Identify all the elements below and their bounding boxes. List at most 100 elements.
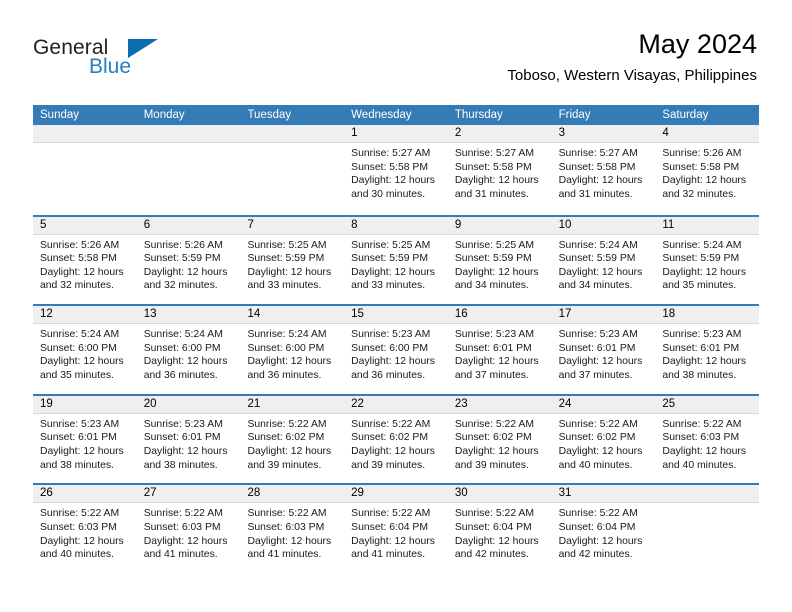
calendar-day-cell[interactable]: 24 Sunrise: 5:22 AM Sunset: 6:02 PM Dayligh…	[551, 395, 656, 484]
calendar-day-cell[interactable]: 6 Sunrise: 5:26 AM Sunset: 5:59 PM Daylight…	[136, 216, 241, 305]
day-number: 3	[558, 127, 565, 139]
logo-triangle-icon	[128, 39, 158, 58]
daylight-text-line2: and 35 minutes.	[662, 280, 737, 292]
daylight-text-line2: and 41 minutes.	[351, 549, 426, 561]
sunrise-text: Sunrise: 5:22 AM	[454, 418, 535, 430]
daylight-text-line1: Daylight: 12 hours	[351, 535, 435, 547]
calendar-day-cell[interactable]: 31 Sunrise: 5:22 AM Sunset: 6:04 PM Dayligh…	[551, 485, 656, 573]
sunrise-text: Sunrise: 5:24 AM	[40, 329, 120, 341]
sunset-text: Sunset: 6:02 PM	[247, 432, 325, 444]
day-sun-info: Sunrise: 5:27 AM Sunset: 5:58 PM Daylight:…	[552, 143, 656, 201]
sunset-text: Sunset: 6:04 PM	[454, 521, 532, 533]
sunset-text: Sunset: 6:02 PM	[351, 432, 428, 444]
calendar-day-cell[interactable]: 5 Sunrise: 5:26 AM Sunset: 5:58 PM Daylight…	[33, 216, 137, 305]
day-number-band: 13	[136, 306, 241, 325]
day-number: 11	[662, 218, 675, 231]
day-number: 4	[662, 127, 669, 139]
sunset-text: Sunset: 6:04 PM	[558, 521, 636, 533]
calendar-day-cell[interactable]: 30 Sunrise: 5:22 AM Sunset: 6:04 PM Dayligh…	[447, 485, 552, 573]
day-sun-info: Sunrise: 5:22 AM Sunset: 6:03 PM Daylight:…	[137, 503, 241, 561]
day-number-band: 30	[447, 485, 552, 504]
day-number: 16	[454, 308, 468, 321]
calendar-day-cell[interactable]: 22 Sunrise: 5:22 AM Sunset: 6:02 PM Dayligh…	[344, 395, 448, 484]
day-sun-info: Sunrise: 5:27 AM Sunset: 5:58 PM Daylight:…	[344, 143, 448, 201]
day-sun-info: Sunrise: 5:23 AM Sunset: 6:01 PM Daylight:…	[448, 324, 552, 382]
weekday-header-monday: Monday	[143, 109, 185, 121]
calendar-day-cell[interactable]: 4 Sunrise: 5:26 AM Sunset: 5:58 PM Daylight…	[655, 125, 760, 215]
calendar-day-cell[interactable]: 12 Sunrise: 5:24 AM Sunset: 6:00 PM Dayligh…	[33, 306, 137, 394]
daylight-text-line2: and 39 minutes.	[454, 459, 529, 471]
calendar-day-cell[interactable]: 26 Sunrise: 5:22 AM Sunset: 6:03 PM Dayligh…	[33, 485, 137, 573]
day-number-band: 17	[551, 306, 656, 325]
calendar-day-cell[interactable]: 3 Sunrise: 5:27 AM Sunset: 5:58 PM Daylight…	[551, 125, 656, 215]
calendar-day-cell[interactable]: 17 Sunrise: 5:23 AM Sunset: 6:01 PM Dayligh…	[551, 306, 656, 394]
day-sun-info: Sunrise: 5:25 AM Sunset: 5:59 PM Daylight:…	[448, 235, 552, 293]
calendar-day-cell[interactable]: 21 Sunrise: 5:22 AM Sunset: 6:02 PM Dayligh…	[240, 395, 345, 484]
calendar-day-cell[interactable]: 29 Sunrise: 5:22 AM Sunset: 6:04 PM Dayligh…	[344, 485, 448, 573]
calendar-day-cell[interactable]: 27 Sunrise: 5:22 AM Sunset: 6:03 PM Dayligh…	[136, 485, 241, 573]
day-number-band: 24	[551, 395, 656, 414]
day-sun-info: Sunrise: 5:22 AM Sunset: 6:04 PM Daylight:…	[344, 503, 448, 561]
sunrise-text: Sunrise: 5:26 AM	[662, 148, 742, 159]
daylight-text-line1: Daylight: 12 hours	[247, 356, 332, 368]
day-sun-info: Sunrise: 5:23 AM Sunset: 6:00 PM Daylight:…	[344, 324, 448, 382]
day-sun-info: Sunrise: 5:22 AM Sunset: 6:03 PM Daylight:…	[240, 503, 344, 561]
title-block: May 2024 Toboso, Western Visayas, Philip…	[507, 28, 757, 87]
calendar-day-cell[interactable]: 8 Sunrise: 5:25 AM Sunset: 5:59 PM Daylight…	[344, 216, 448, 305]
calendar-day-cell[interactable]: 20 Sunrise: 5:23 AM Sunset: 6:01 PM Dayligh…	[136, 395, 241, 484]
calendar-day-cell[interactable]: 11 Sunrise: 5:24 AM Sunset: 5:59 PM Dayligh…	[655, 216, 760, 305]
sunset-text: Sunset: 6:01 PM	[143, 432, 221, 444]
calendar-week-row: 5 Sunrise: 5:26 AM Sunset: 5:58 PM Daylight…	[33, 214, 760, 305]
sunset-text: Sunset: 6:04 PM	[351, 521, 428, 533]
calendar-day-cell[interactable]: 2 Sunrise: 5:27 AM Sunset: 5:58 PM Daylight…	[447, 125, 552, 215]
day-number-band: 2	[447, 125, 552, 143]
day-number: 28	[247, 487, 261, 500]
daylight-text-line1: Daylight: 12 hours	[662, 445, 747, 457]
day-number-band: 23	[447, 395, 552, 414]
daylight-text-line1: Daylight: 12 hours	[558, 535, 643, 547]
calendar-day-cell[interactable]: 9 Sunrise: 5:25 AM Sunset: 5:59 PM Daylight…	[447, 216, 552, 305]
sunrise-text: Sunrise: 5:24 AM	[558, 239, 638, 251]
day-number-band	[240, 125, 345, 143]
day-number: 23	[454, 397, 468, 410]
logo-text-blue: Blue	[89, 55, 132, 78]
sunset-text: Sunset: 6:01 PM	[662, 342, 740, 354]
page-title: May 2024	[638, 29, 757, 59]
day-sun-info: Sunrise: 5:22 AM Sunset: 6:02 PM Daylight:…	[448, 414, 552, 472]
calendar-day-cell-empty	[136, 125, 241, 215]
day-sun-info: Sunrise: 5:24 AM Sunset: 6:00 PM Daylight:…	[33, 324, 137, 382]
day-number-band	[136, 125, 241, 143]
sunrise-text: Sunrise: 5:26 AM	[40, 239, 120, 251]
day-number: 15	[351, 308, 364, 321]
calendar-week-cells: 5 Sunrise: 5:26 AM Sunset: 5:58 PM Daylight…	[33, 216, 760, 305]
calendar-day-cell[interactable]: 23 Sunrise: 5:22 AM Sunset: 6:02 PM Dayligh…	[447, 395, 552, 484]
calendar-day-cell[interactable]: 15 Sunrise: 5:23 AM Sunset: 6:00 PM Dayligh…	[344, 306, 448, 394]
day-number-band: 7	[240, 216, 345, 235]
calendar-day-cell[interactable]: 14 Sunrise: 5:24 AM Sunset: 6:00 PM Dayligh…	[240, 306, 345, 394]
day-sun-info: Sunrise: 5:24 AM Sunset: 5:59 PM Daylight:…	[552, 235, 656, 293]
daylight-text-line2: and 42 minutes.	[558, 549, 633, 561]
sunset-text: Sunset: 6:00 PM	[40, 342, 117, 354]
sunrise-text: Sunrise: 5:26 AM	[143, 239, 223, 251]
calendar-day-cell[interactable]: 13 Sunrise: 5:24 AM Sunset: 6:00 PM Dayligh…	[136, 306, 241, 394]
calendar-day-cell[interactable]: 18 Sunrise: 5:23 AM Sunset: 6:01 PM Dayligh…	[655, 306, 760, 394]
sunset-text: Sunset: 6:02 PM	[558, 432, 636, 444]
daylight-text-line2: and 31 minutes.	[558, 188, 633, 200]
calendar-day-cell[interactable]: 1 Sunrise: 5:27 AM Sunset: 5:58 PM Daylight…	[344, 125, 448, 215]
day-number: 8	[351, 218, 358, 231]
day-sun-info: Sunrise: 5:22 AM Sunset: 6:04 PM Daylight:…	[448, 503, 552, 561]
calendar-day-cell[interactable]: 25 Sunrise: 5:22 AM Sunset: 6:03 PM Dayligh…	[655, 395, 760, 484]
calendar-day-cell[interactable]: 19 Sunrise: 5:23 AM Sunset: 6:01 PM Dayligh…	[33, 395, 137, 484]
calendar-day-cell[interactable]: 16 Sunrise: 5:23 AM Sunset: 6:01 PM Dayligh…	[447, 306, 552, 394]
calendar-day-cell[interactable]: 10 Sunrise: 5:24 AM Sunset: 5:59 PM Dayligh…	[551, 216, 656, 305]
calendar-week-row: 26 Sunrise: 5:22 AM Sunset: 6:03 PM Dayligh…	[33, 483, 760, 573]
daylight-text-line2: and 32 minutes.	[143, 280, 218, 292]
general-blue-logo[interactable]: General Blue	[33, 36, 163, 82]
daylight-text-line1: Daylight: 12 hours	[558, 356, 643, 368]
daylight-text-line2: and 41 minutes.	[143, 549, 218, 561]
day-number-band: 21	[240, 395, 345, 414]
calendar-week-cells: 1 Sunrise: 5:27 AM Sunset: 5:58 PM Daylight…	[33, 125, 760, 215]
sunset-text: Sunset: 5:59 PM	[143, 253, 221, 265]
calendar-day-cell[interactable]: 28 Sunrise: 5:22 AM Sunset: 6:03 PM Dayligh…	[240, 485, 345, 573]
calendar-day-cell[interactable]: 7 Sunrise: 5:25 AM Sunset: 5:59 PM Daylight…	[240, 216, 345, 305]
